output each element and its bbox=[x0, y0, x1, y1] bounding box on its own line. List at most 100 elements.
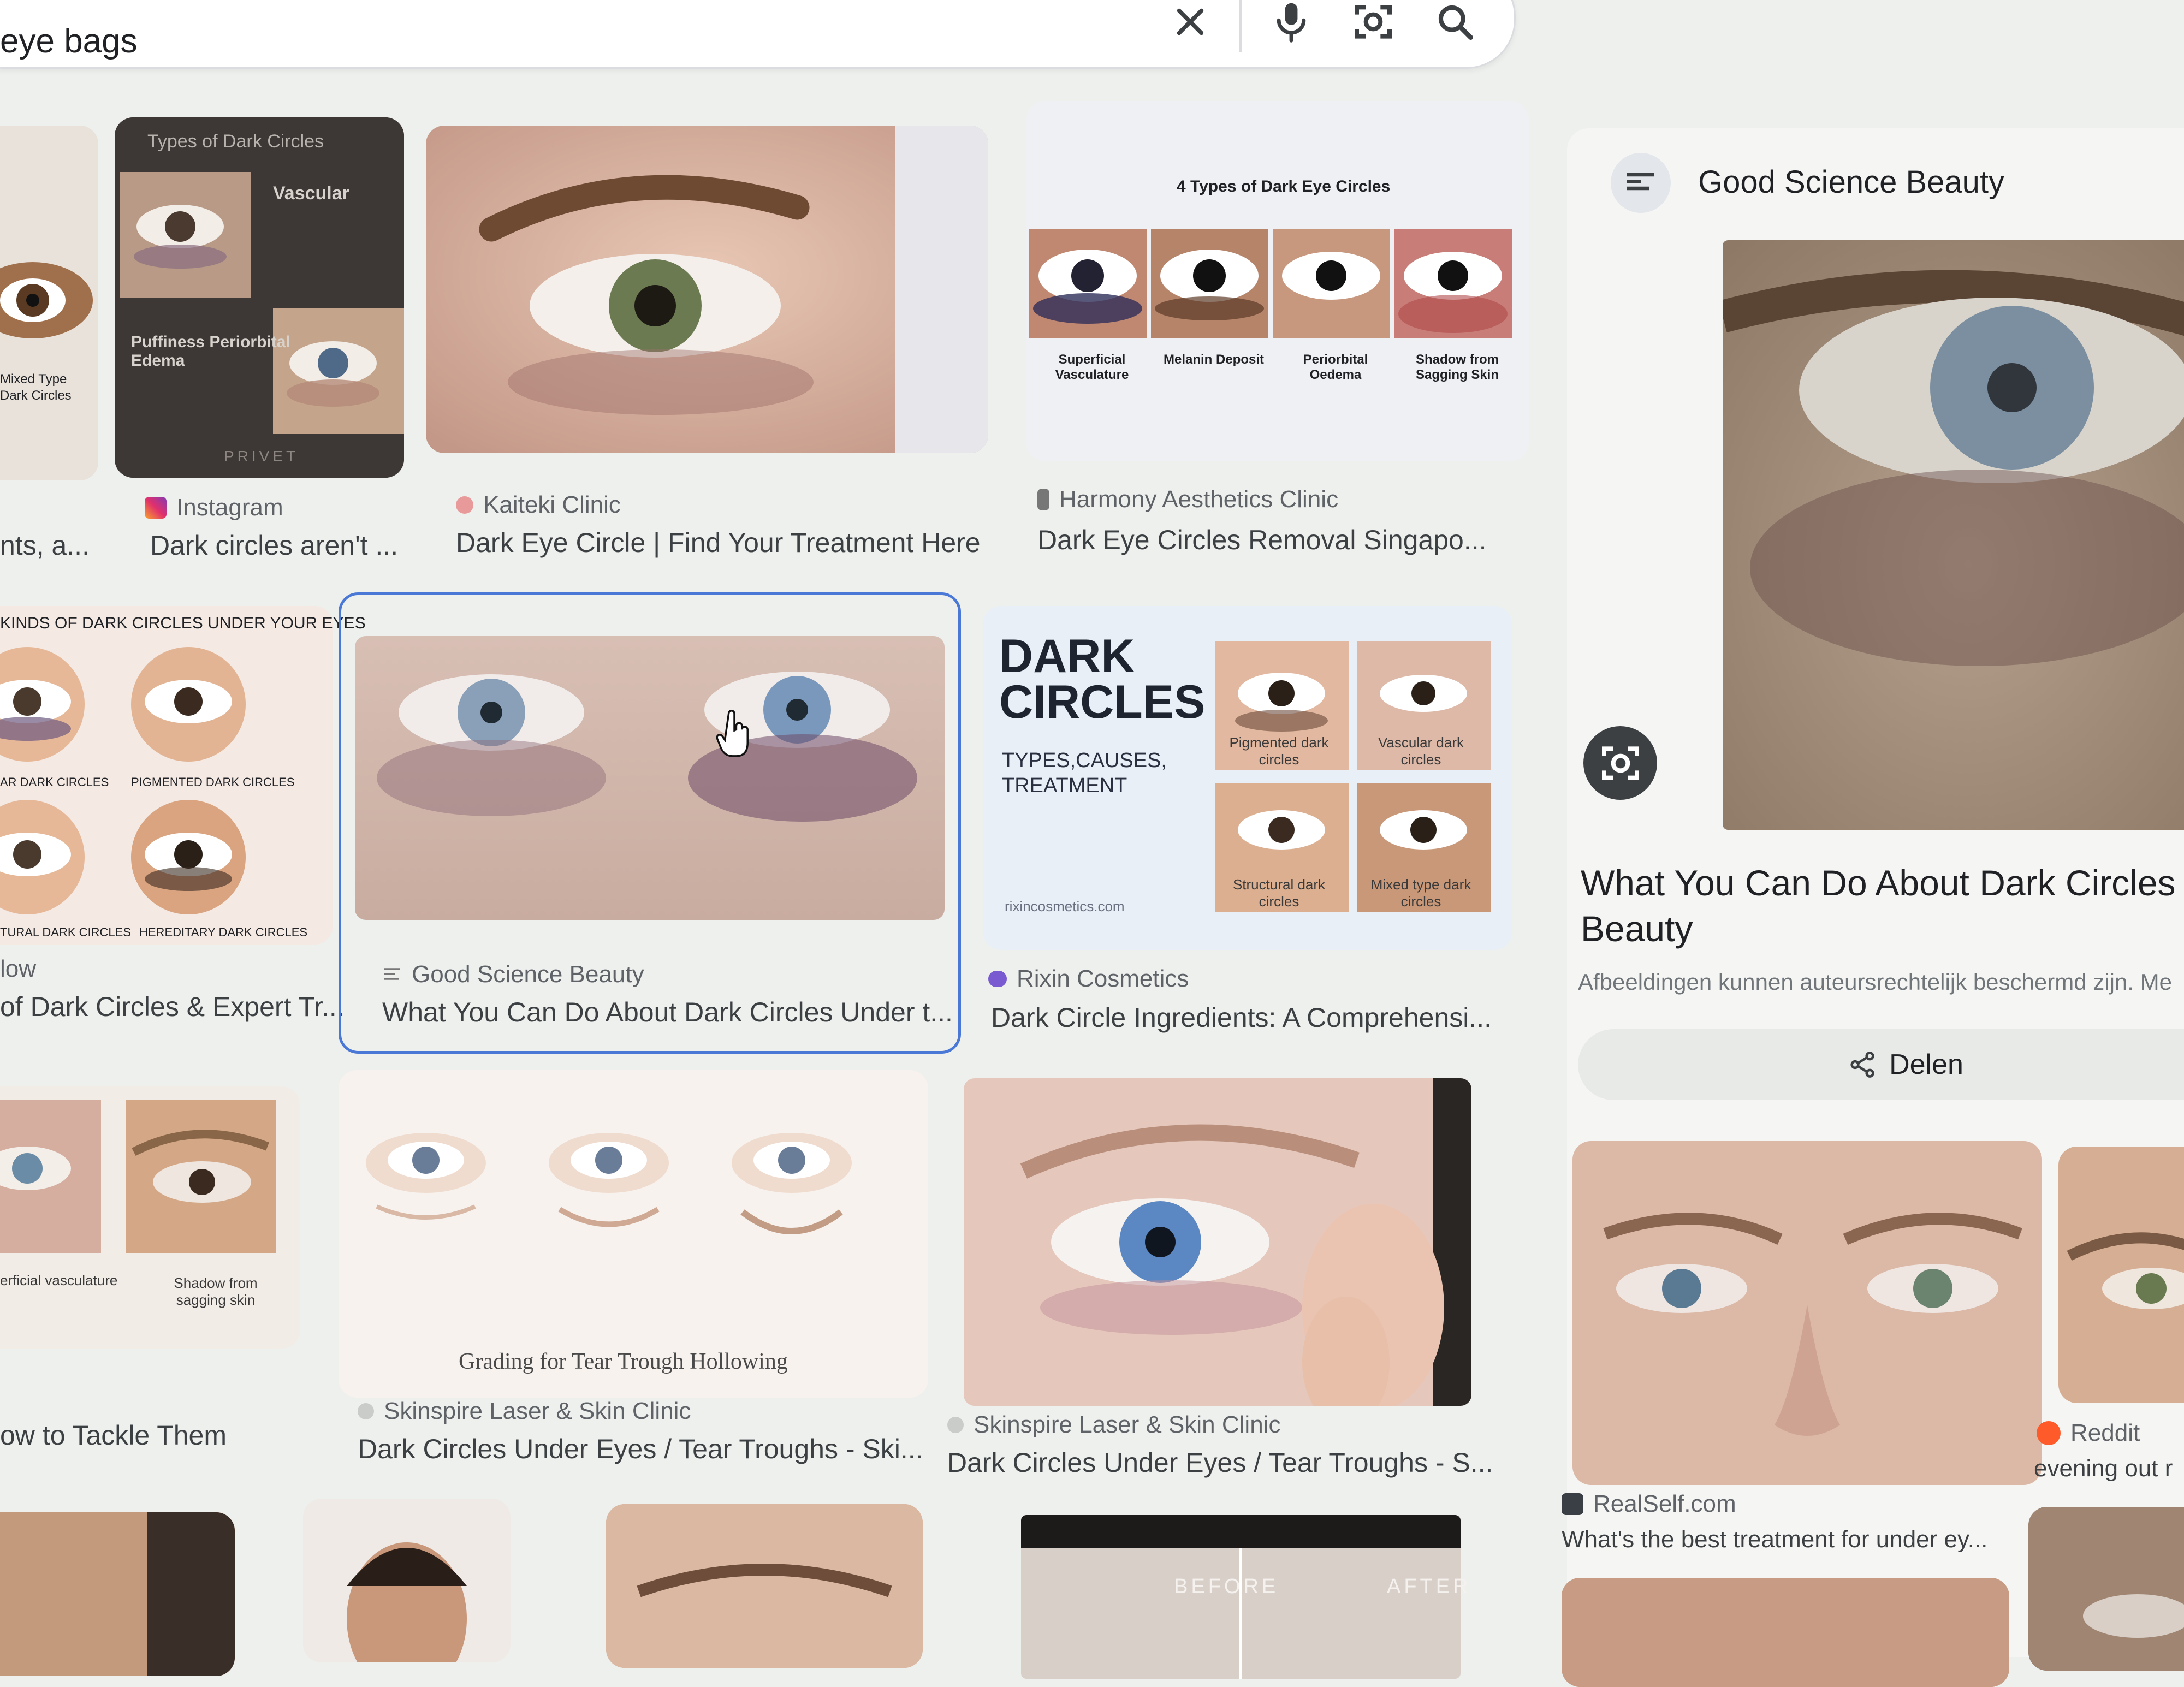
preview-image[interactable] bbox=[1723, 240, 2184, 830]
result-title[interactable]: What's the best treatment for under ey..… bbox=[1562, 1526, 1987, 1553]
rixin-logo-icon bbox=[988, 971, 1007, 987]
result-title[interactable]: nts, a... bbox=[0, 530, 90, 561]
search-divider bbox=[1239, 0, 1242, 52]
thumb-label: Structural dark circles bbox=[1232, 876, 1326, 910]
result-title[interactable]: Dark Circle Ingredients: A Comprehensi..… bbox=[991, 1002, 1492, 1033]
result-title[interactable]: Dark Circles Under Eyes / Tear Troughs -… bbox=[947, 1447, 1493, 1478]
reddit-icon bbox=[2037, 1421, 2061, 1445]
thumb-subheading-line: TREATMENT bbox=[1002, 774, 1127, 797]
related-image[interactable] bbox=[1572, 1141, 2042, 1485]
thumb-caption: Grading for Tear Trough Hollowing bbox=[459, 1349, 788, 1374]
result-title[interactable]: of Dark Circles & Expert Tr... bbox=[0, 991, 345, 1023]
result-thumbnail[interactable] bbox=[0, 126, 98, 480]
thumb-label: Periorbital Oedema bbox=[1303, 352, 1368, 382]
thumb-label: Pigmented dark circles bbox=[1229, 734, 1329, 768]
copyright-notice: Afbeeldingen kunnen auteursrechtelijk be… bbox=[1578, 969, 2172, 995]
thumb-subheading: TYPES,CAUSES, TREATMENT bbox=[1002, 748, 1167, 798]
result-source[interactable]: Skinspire Laser & Skin Clinic bbox=[358, 1398, 691, 1425]
thumb-url: rixincosmetics.com bbox=[1005, 898, 1125, 914]
thumb-label: Puffiness Periorbital Edema bbox=[131, 333, 290, 370]
thumb-label: BEFORE bbox=[1174, 1575, 1279, 1598]
result-title[interactable]: Dark Eye Circle | Find Your Treatment He… bbox=[456, 527, 981, 559]
result-title[interactable]: ow to Tackle Them bbox=[0, 1419, 227, 1451]
thumb-heading: KINDS OF DARK CIRCLES UNDER YOUR EYES bbox=[0, 614, 366, 632]
result-source-name: Rixin Cosmetics bbox=[1017, 965, 1189, 992]
search-icon[interactable] bbox=[1428, 0, 1482, 49]
result-source[interactable]: Kaiteki Clinic bbox=[456, 491, 621, 519]
result-source-name: low bbox=[0, 955, 37, 982]
result-source[interactable]: Reddit bbox=[2037, 1419, 2140, 1447]
result-thumbnail[interactable] bbox=[1026, 101, 1529, 461]
lens-search-button[interactable] bbox=[1583, 726, 1657, 800]
text-lines-icon bbox=[382, 961, 402, 988]
result-title[interactable]: Dark circles aren't ... bbox=[150, 530, 398, 561]
harmony-logo-icon bbox=[1037, 489, 1049, 510]
result-title[interactable]: What You Can Do About Dark Circles Under… bbox=[382, 996, 953, 1028]
result-title[interactable]: evening out r bbox=[2034, 1455, 2173, 1482]
panel-source-name[interactable]: Good Science Beauty bbox=[1698, 164, 2004, 200]
result-source-name: Kaiteki Clinic bbox=[483, 491, 621, 518]
result-source-name: Reddit bbox=[2070, 1419, 2140, 1446]
result-thumbnail[interactable] bbox=[426, 126, 988, 453]
thumb-label: Shadow from Sagging Skin bbox=[1415, 352, 1499, 382]
thumb-label: AR DARK CIRCLES bbox=[0, 775, 109, 789]
thumb-label: Mixed type dark circles bbox=[1370, 876, 1471, 910]
result-source[interactable]: Rixin Cosmetics bbox=[988, 965, 1189, 993]
camera-lens-icon[interactable] bbox=[1346, 0, 1400, 49]
share-label: Delen bbox=[1889, 1049, 1963, 1080]
result-source[interactable]: Instagram bbox=[145, 494, 283, 521]
thumb-label: TURAL DARK CIRCLES bbox=[0, 925, 132, 939]
share-button[interactable]: Delen bbox=[1578, 1029, 2184, 1100]
thumb-label: Mixed Type Dark Circles bbox=[0, 372, 72, 403]
panel-title-line: What You Can Do About Dark Circles U bbox=[1581, 863, 2184, 903]
result-title[interactable]: Dark Eye Circles Removal Singapo... bbox=[1037, 524, 1487, 556]
result-source[interactable]: Harmony Aesthetics Clinic bbox=[1037, 486, 1338, 513]
result-source[interactable]: RealSelf.com bbox=[1562, 1490, 1736, 1518]
related-image[interactable] bbox=[2028, 1507, 2184, 1671]
result-source-name: RealSelf.com bbox=[1593, 1490, 1736, 1517]
kaiteki-logo-icon bbox=[456, 496, 473, 514]
result-title[interactable]: Dark Circles Under Eyes / Tear Troughs -… bbox=[358, 1433, 923, 1465]
thumb-watermark: PRIVET bbox=[224, 448, 299, 465]
result-source-name: Instagram bbox=[176, 494, 283, 521]
skinspire-logo-icon bbox=[947, 1417, 964, 1433]
related-image[interactable] bbox=[1562, 1578, 2009, 1687]
microphone-icon[interactable] bbox=[1264, 0, 1319, 49]
related-image[interactable] bbox=[2058, 1147, 2184, 1403]
result-source-name: Skinspire Laser & Skin Clinic bbox=[384, 1398, 691, 1424]
result-source[interactable]: Skinspire Laser & Skin Clinic bbox=[947, 1411, 1280, 1439]
result-thumbnail[interactable] bbox=[0, 1512, 235, 1676]
hand-cursor-icon bbox=[715, 710, 753, 762]
result-source[interactable]: low bbox=[0, 955, 36, 983]
thumb-label: AFTER bbox=[1387, 1575, 1471, 1598]
result-thumbnail[interactable] bbox=[606, 1504, 923, 1668]
result-source-name: Skinspire Laser & Skin Clinic bbox=[974, 1411, 1281, 1438]
share-icon bbox=[1850, 1052, 1874, 1078]
close-icon[interactable] bbox=[1163, 0, 1218, 49]
result-thumbnail[interactable] bbox=[355, 636, 945, 920]
source-logo-icon[interactable] bbox=[1611, 153, 1671, 213]
thumb-heading: Types of Dark Circles bbox=[147, 131, 324, 152]
thumb-label: Vascular dark circles bbox=[1378, 734, 1464, 768]
thumb-heading-line: DARK bbox=[999, 630, 1135, 682]
result-thumbnail[interactable] bbox=[303, 1499, 511, 1662]
panel-title-line: Beauty bbox=[1581, 908, 1693, 949]
thumb-label: erficial vasculature bbox=[0, 1272, 118, 1288]
result-thumbnail[interactable] bbox=[964, 1078, 1471, 1406]
thumb-label: Superficial Vasculature bbox=[1055, 352, 1129, 382]
thumb-heading-line: CIRCLES bbox=[999, 676, 1206, 728]
thumb-label: HEREDITARY DARK CIRCLES bbox=[139, 925, 308, 939]
result-source-name: Good Science Beauty bbox=[412, 961, 644, 988]
thumb-label: Shadow from sagging skin bbox=[174, 1275, 258, 1308]
thumb-label: Melanin Deposit bbox=[1163, 352, 1265, 367]
skinspire-logo-icon bbox=[358, 1403, 374, 1419]
result-source-name: Harmony Aesthetics Clinic bbox=[1059, 486, 1339, 513]
result-thumbnail[interactable] bbox=[115, 117, 404, 478]
thumb-subheading-line: TYPES,CAUSES, bbox=[1002, 749, 1167, 772]
search-query[interactable]: eye bags bbox=[0, 22, 138, 61]
panel-title[interactable]: What You Can Do About Dark Circles U Bea… bbox=[1581, 860, 2184, 952]
thumb-heading: 4 Types of Dark Eye Circles bbox=[1177, 177, 1391, 195]
thumb-label: Vascular bbox=[273, 183, 349, 204]
result-thumbnail[interactable] bbox=[0, 1086, 300, 1349]
result-source[interactable]: Good Science Beauty bbox=[382, 961, 644, 988]
